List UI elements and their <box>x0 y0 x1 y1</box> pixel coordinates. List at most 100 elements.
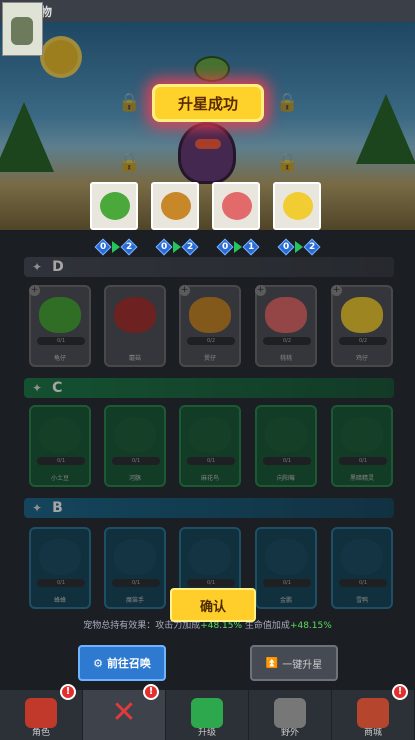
lock-icon: 🔒 <box>276 152 299 173</box>
pet-art <box>114 417 156 453</box>
star-to-value: 2 <box>308 241 316 252</box>
pet-name: 蜂蜂 <box>53 597 66 604</box>
alert-badge: ! <box>392 684 408 700</box>
pet-art <box>341 539 383 575</box>
reward-card <box>90 182 138 230</box>
pet-card[interactable]: 0/1 雪鸭 <box>331 527 393 609</box>
pet-progress-bar: 0/1 <box>112 579 160 587</box>
summon-icon: ⚙ <box>93 656 103 670</box>
star-to: 2 <box>181 238 199 256</box>
pet-card[interactable]: 0/1 黑暗精灵 <box>331 405 393 487</box>
pet-card[interactable]: 0/1 小土豆 <box>29 405 91 487</box>
star-from: 0 <box>277 238 295 256</box>
pet-card[interactable]: 0/1 金鹏 <box>255 527 317 609</box>
star-icon: ✦ <box>32 501 43 515</box>
pet-progress-bar: 0/2 <box>339 337 387 345</box>
tier-label: D <box>52 259 64 275</box>
arrow-right-icon <box>112 241 120 253</box>
pet-name: 桃桃 <box>279 355 292 362</box>
pet-name: 黑暗精灵 <box>349 475 374 482</box>
pet-card[interactable]: 0/2 + 煲仔 <box>179 285 241 367</box>
nav-item[interactable]: ✕! <box>83 684 166 740</box>
plus-icon: + <box>255 285 266 296</box>
pet-card[interactable]: 蘑菇 <box>104 285 166 367</box>
player-avatar[interactable] <box>2 2 43 56</box>
pet-progress-bar: 0/2 <box>263 337 311 345</box>
pet-name: 魔笛手 <box>125 597 144 604</box>
pet-progress-bar: 0/1 <box>339 457 387 465</box>
pet-card[interactable]: 0/2 + 鸡仔 <box>331 285 393 367</box>
pet-card[interactable]: 0/1 + 龟仔 <box>29 285 91 367</box>
star-progress: 01 <box>214 238 262 256</box>
star-from: 0 <box>94 238 112 256</box>
pet-card[interactable]: 0/1 河豚 <box>104 405 166 487</box>
pet-progress-bar: 0/1 <box>37 579 85 587</box>
tier-header-c: ✦ C <box>24 378 394 398</box>
pet-art <box>341 297 383 333</box>
star-from-value: 0 <box>221 241 229 252</box>
pet-card[interactable]: 0/1 蜂蜂 <box>29 527 91 609</box>
go-summon-button[interactable]: ⚙ 前往召唤 <box>78 645 166 681</box>
plus-icon: + <box>29 285 40 296</box>
star-to: 1 <box>242 238 260 256</box>
star-from-value: 0 <box>282 241 290 252</box>
confirm-button[interactable]: 确认 <box>170 588 256 622</box>
nav-item[interactable]: 野外 <box>249 690 332 740</box>
pet-card[interactable]: 0/1 魔笛手 <box>104 527 166 609</box>
pet-progress-bar: 0/1 <box>263 579 311 587</box>
pet-name: 金鹏 <box>279 597 292 604</box>
pet-card[interactable]: 0/1 向阳莓 <box>255 405 317 487</box>
pet-art <box>189 539 231 575</box>
burger-icon <box>161 192 191 220</box>
pet-progress-bar: 0/1 <box>263 457 311 465</box>
pet-art <box>341 417 383 453</box>
pet-progress-bar: 0/1 <box>37 457 85 465</box>
star-to-value: 2 <box>186 241 194 252</box>
pet-name: 麻花鸟 <box>200 475 219 482</box>
nav-item[interactable]: ! 角色 <box>0 684 83 740</box>
progress-row: 02020102 <box>92 238 332 256</box>
star-icon: ✦ <box>32 381 43 395</box>
arrow-right-icon <box>173 241 181 253</box>
plus-icon: + <box>331 285 342 296</box>
star-to-value: 1 <box>247 241 255 252</box>
top-bar: 宠物 <box>0 0 415 22</box>
nav-item[interactable]: 升级 <box>166 690 249 740</box>
upgrade-icon <box>191 698 223 728</box>
yellow-bird-icon <box>283 192 313 220</box>
lock-icon: 🔒 <box>118 92 141 113</box>
upgrade-all-button[interactable]: ⏫ 一键升星 <box>250 645 338 681</box>
pet-name: 龟仔 <box>53 355 66 362</box>
sun-icon <box>44 40 78 74</box>
game-screen: 宠物 🔒 🔒 🔒 🔒 升星成功 02020102 ✦D✦C✦B 0/1+龟仔蘑菇… <box>0 0 415 740</box>
pet-name: 鸡仔 <box>355 355 368 362</box>
star-from: 0 <box>155 238 173 256</box>
shop-icon <box>357 698 389 728</box>
double-up-arrow-icon: ⏫ <box>265 657 279 669</box>
star-to: 2 <box>120 238 138 256</box>
close-icon: ✕ <box>111 695 137 730</box>
pet-card[interactable]: 0/2 + 桃桃 <box>255 285 317 367</box>
pet-name: 雪鸭 <box>355 597 368 604</box>
pet-name: 向阳莓 <box>276 475 295 482</box>
character-icon <box>25 698 57 728</box>
reward-card <box>273 182 321 230</box>
pet-progress-bar: 0/1 <box>187 457 235 465</box>
pet-art <box>265 539 307 575</box>
tier-header-b: ✦ B <box>24 498 394 518</box>
pet-art <box>189 417 231 453</box>
tier-header-d: ✦ D <box>24 257 394 277</box>
pet-shell-sprite <box>194 56 230 82</box>
star-progress: 02 <box>275 238 323 256</box>
star-up-success-banner: 升星成功 <box>152 84 264 122</box>
nav-item[interactable]: ! 商城 <box>332 684 415 740</box>
star-from: 0 <box>216 238 234 256</box>
pet-name: 河豚 <box>128 475 141 482</box>
pet-progress-bar: 0/2 <box>187 337 235 345</box>
arrow-right-icon <box>234 241 242 253</box>
pet-name: 蘑菇 <box>128 355 141 362</box>
alert-badge: ! <box>60 684 76 700</box>
green-shell-icon <box>100 192 130 220</box>
pet-card[interactable]: 0/1 麻花鸟 <box>179 405 241 487</box>
star-progress: 02 <box>153 238 201 256</box>
